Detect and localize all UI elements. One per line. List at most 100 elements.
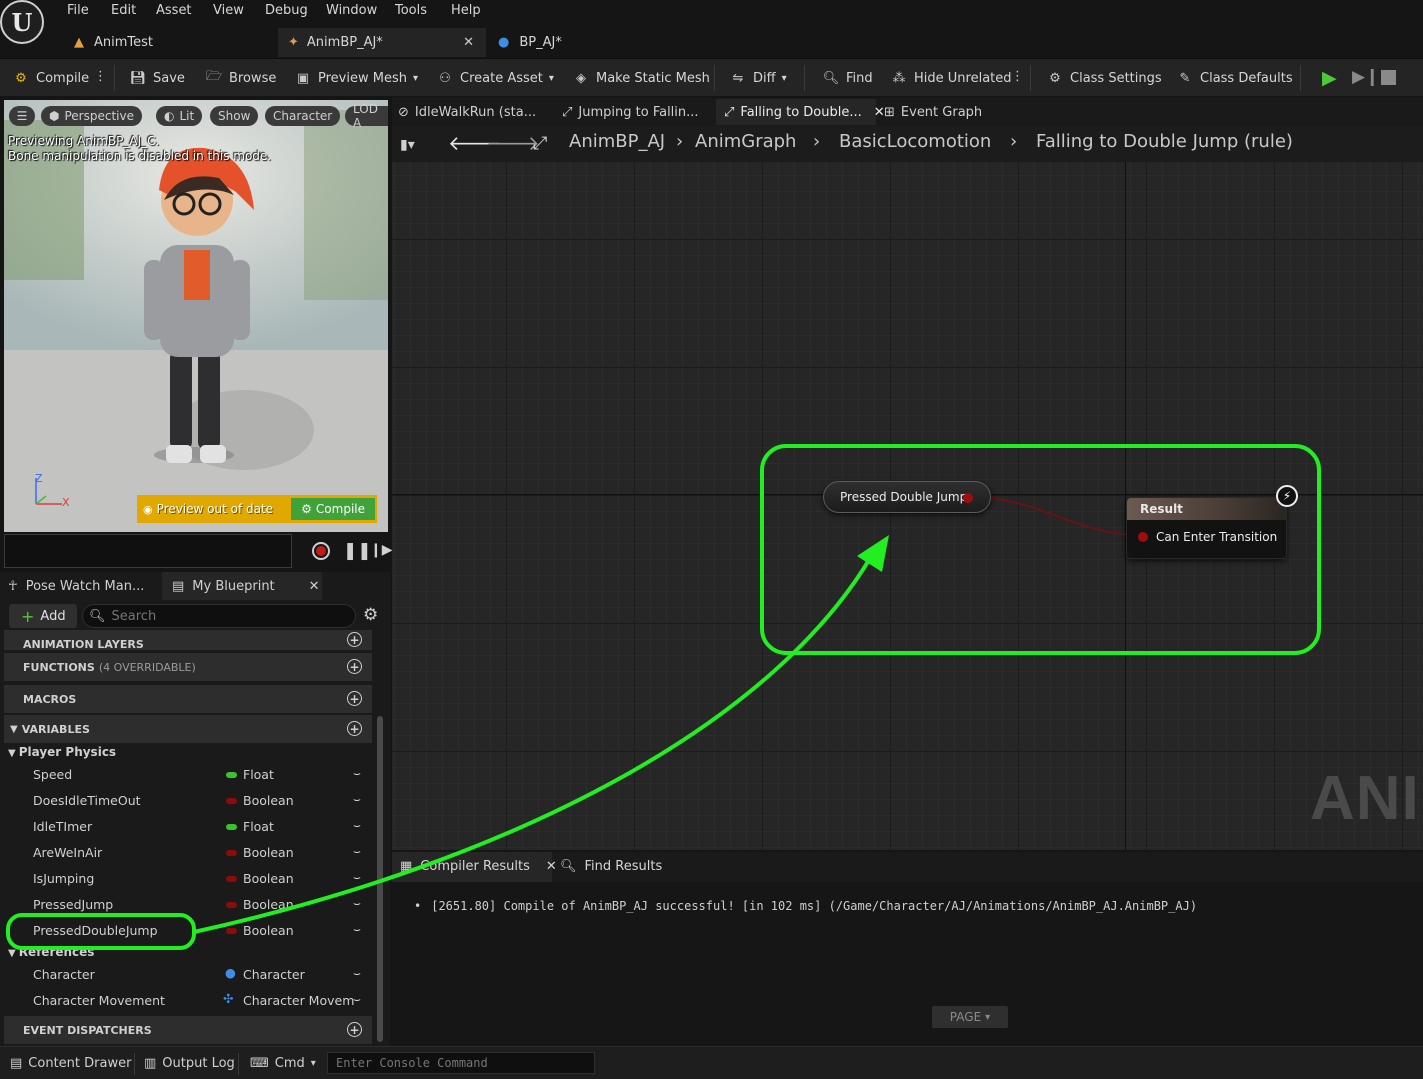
make-static-mesh-button[interactable]: ◈ Make Static Mesh xyxy=(572,59,710,97)
menu-window[interactable]: Window xyxy=(326,3,377,18)
console-field[interactable] xyxy=(336,1056,586,1070)
graph-canvas[interactable]: ANIM Pressed Double Jump Result Can Ente… xyxy=(392,162,1423,850)
variable-row-character[interactable]: Character ● Character ⌣ xyxy=(0,962,372,988)
breadcrumb-animgraph[interactable]: AnimGraph xyxy=(695,131,796,152)
variable-type[interactable]: Boolean xyxy=(243,845,294,860)
doc-tab-bp-aj[interactable]: ● BP_AJ* xyxy=(488,28,688,57)
gear-icon[interactable]: ⚙ xyxy=(363,605,378,625)
section-variables[interactable]: ▼ VARIABLES + xyxy=(4,715,372,743)
stop-icon[interactable] xyxy=(1381,70,1396,85)
bool-output-pin[interactable] xyxy=(963,493,973,503)
play-icon[interactable]: ▶ xyxy=(1322,67,1337,89)
category-references[interactable]: ▼ References xyxy=(8,945,94,959)
create-asset-button[interactable]: ⚇ Create Asset ▾ xyxy=(436,59,554,97)
pressed-double-jump-node[interactable]: Pressed Double Jump xyxy=(823,481,991,513)
menu-edit[interactable]: Edit xyxy=(111,3,136,18)
eye-closed-icon[interactable]: ⌣ xyxy=(353,922,361,937)
class-defaults-button[interactable]: ✎ Class Defaults xyxy=(1176,59,1293,97)
add-circle-icon[interactable]: + xyxy=(347,659,362,674)
add-circle-icon[interactable]: + xyxy=(347,632,362,647)
pause-icon[interactable]: ❚❚ xyxy=(343,541,372,561)
variable-type[interactable]: Character xyxy=(243,967,305,982)
find-button[interactable]: 🔍︎ Find xyxy=(822,59,873,97)
variable-row-isjumping[interactable]: IsJumping Boolean ⌣ xyxy=(0,866,372,892)
lod-button[interactable]: LOD A xyxy=(345,102,388,130)
preview-viewport[interactable]: ☰ ⬢ Perspective ◐ Lit Show Character LOD… xyxy=(4,100,388,532)
add-circle-icon[interactable]: + xyxy=(347,721,362,736)
tab-find-results[interactable]: 🔍︎ Find Results xyxy=(560,859,662,874)
variable-row-pressedjump[interactable]: PressedJump Boolean ⌣ xyxy=(0,892,372,918)
perspective-button[interactable]: ⬢ Perspective xyxy=(41,106,142,126)
variable-type[interactable]: Boolean xyxy=(243,897,294,912)
scrollbar-thumb[interactable] xyxy=(377,716,383,1042)
eye-closed-icon[interactable]: ⌣ xyxy=(353,844,361,859)
variable-type[interactable]: Boolean xyxy=(243,871,294,886)
breadcrumb-animbp[interactable]: AnimBP_AJ xyxy=(569,131,665,152)
bookmark-icon[interactable]: ▮▾ xyxy=(400,137,415,153)
close-icon[interactable]: ✕ xyxy=(546,859,557,874)
hide-unrelated-button[interactable]: ⁂ Hide Unrelated xyxy=(890,59,1012,97)
character-button[interactable]: Character xyxy=(265,106,341,126)
diff-button[interactable]: ⇋ Diff ▾ xyxy=(729,59,787,97)
output-log-button[interactable]: ▥ Output Log xyxy=(144,1047,235,1079)
doc-tab-animbp[interactable]: ✦ AnimBP_AJ* ✕ xyxy=(278,28,486,57)
tab-pose-watch[interactable]: ☥ Pose Watch Man... xyxy=(8,574,144,598)
close-icon[interactable]: ✕ xyxy=(309,579,320,594)
save-button[interactable]: 💾︎ Save xyxy=(129,59,185,97)
variable-row-doesidletimeout[interactable]: DoesIdleTimeOut Boolean ⌣ xyxy=(0,788,372,814)
section-functions[interactable]: FUNCTIONS (4 OVERRIDABLE) + xyxy=(4,653,372,681)
lit-button[interactable]: ◐ Lit xyxy=(156,106,203,126)
eye-closed-icon[interactable]: ⌣ xyxy=(353,792,361,807)
browse-button[interactable]: 🗁 Browse xyxy=(205,59,276,97)
content-drawer-button[interactable]: ▤ Content Drawer xyxy=(10,1047,131,1079)
page-button[interactable]: PAGE ▾ xyxy=(932,1006,1008,1028)
unreal-logo[interactable]: U xyxy=(0,0,44,44)
search-input[interactable]: 🔍︎ xyxy=(82,604,356,628)
section-event-dispatchers[interactable]: EVENT DISPATCHERS + xyxy=(4,1016,372,1044)
forward-arrow-icon[interactable]: 🡒 xyxy=(486,131,540,155)
graph-tab-jumping[interactable]: ⤢ Jumping to Fallin... xyxy=(562,100,699,124)
tab-my-blueprint[interactable]: ▤ My Blueprint ✕ xyxy=(172,574,320,598)
search-field[interactable] xyxy=(111,608,342,624)
eye-closed-icon[interactable]: ⌣ xyxy=(353,818,361,833)
graph-tab-event-graph[interactable]: ⊞ Event Graph xyxy=(884,100,982,124)
variable-row-presseddoublejump[interactable]: PressedDoubleJump Boolean ⌣ xyxy=(0,918,372,944)
menu-tools[interactable]: Tools xyxy=(395,3,427,18)
menu-asset[interactable]: Asset xyxy=(156,3,192,18)
category-player-physics[interactable]: ▼ Player Physics xyxy=(8,745,116,759)
eye-closed-icon[interactable]: ⌣ xyxy=(353,966,361,981)
variable-row-character-movement[interactable]: Character Movement ✣ Character Movem ⌣ xyxy=(0,988,372,1014)
more-options-icon[interactable]: ⋮ xyxy=(1011,69,1024,84)
record-icon[interactable] xyxy=(312,542,330,560)
compile-options-icon[interactable]: ⋮ xyxy=(94,69,107,84)
section-macros[interactable]: MACROS + xyxy=(4,685,372,713)
eye-closed-icon[interactable]: ⌣ xyxy=(353,992,361,1007)
step-forward-icon[interactable]: ❙▶ xyxy=(370,542,393,558)
variable-type[interactable]: Character Movem xyxy=(243,993,354,1008)
timeline-scrubber[interactable] xyxy=(4,534,292,568)
section-animation-layers[interactable]: ANIMATION LAYERS + xyxy=(4,630,372,651)
variable-row-areweinair[interactable]: AreWeInAir Boolean ⌣ xyxy=(0,840,372,866)
breadcrumb-basiclocomotion[interactable]: BasicLocomotion xyxy=(839,131,991,152)
eye-closed-icon[interactable]: ⌣ xyxy=(353,870,361,885)
variable-type[interactable]: Boolean xyxy=(243,923,294,938)
graph-tab-falling[interactable]: ⤢ Falling to Double... ✕ xyxy=(724,100,885,124)
result-node[interactable]: Result Can Enter Transition xyxy=(1126,497,1287,559)
variable-type[interactable]: Boolean xyxy=(243,793,294,808)
preview-mesh-button[interactable]: ▣ Preview Mesh ▾ xyxy=(294,59,418,97)
close-icon[interactable]: ✕ xyxy=(463,35,474,50)
eye-closed-icon[interactable]: ⌣ xyxy=(353,896,361,911)
compile-button[interactable]: ⚙ Compile xyxy=(12,59,89,97)
class-settings-button[interactable]: ⚙ Class Settings xyxy=(1046,59,1161,97)
menu-view[interactable]: View xyxy=(213,3,244,18)
viewport-compile-button[interactable]: ⚙ Compile xyxy=(291,498,375,520)
show-button[interactable]: Show xyxy=(210,106,259,126)
variable-row-idletimer[interactable]: IdleTImer Float ⌣ xyxy=(0,814,372,840)
viewport-menu-button[interactable]: ☰ xyxy=(9,106,35,126)
variable-type[interactable]: Float xyxy=(243,767,274,782)
console-input[interactable] xyxy=(327,1052,595,1074)
cmd-dropdown[interactable]: ⌨ Cmd ▾ xyxy=(250,1047,316,1079)
eye-closed-icon[interactable]: ⌣ xyxy=(353,766,361,781)
menu-file[interactable]: File xyxy=(67,3,89,18)
graph-tab-idlewalkrun[interactable]: ⊘ IdleWalkRun (sta... xyxy=(398,100,536,124)
